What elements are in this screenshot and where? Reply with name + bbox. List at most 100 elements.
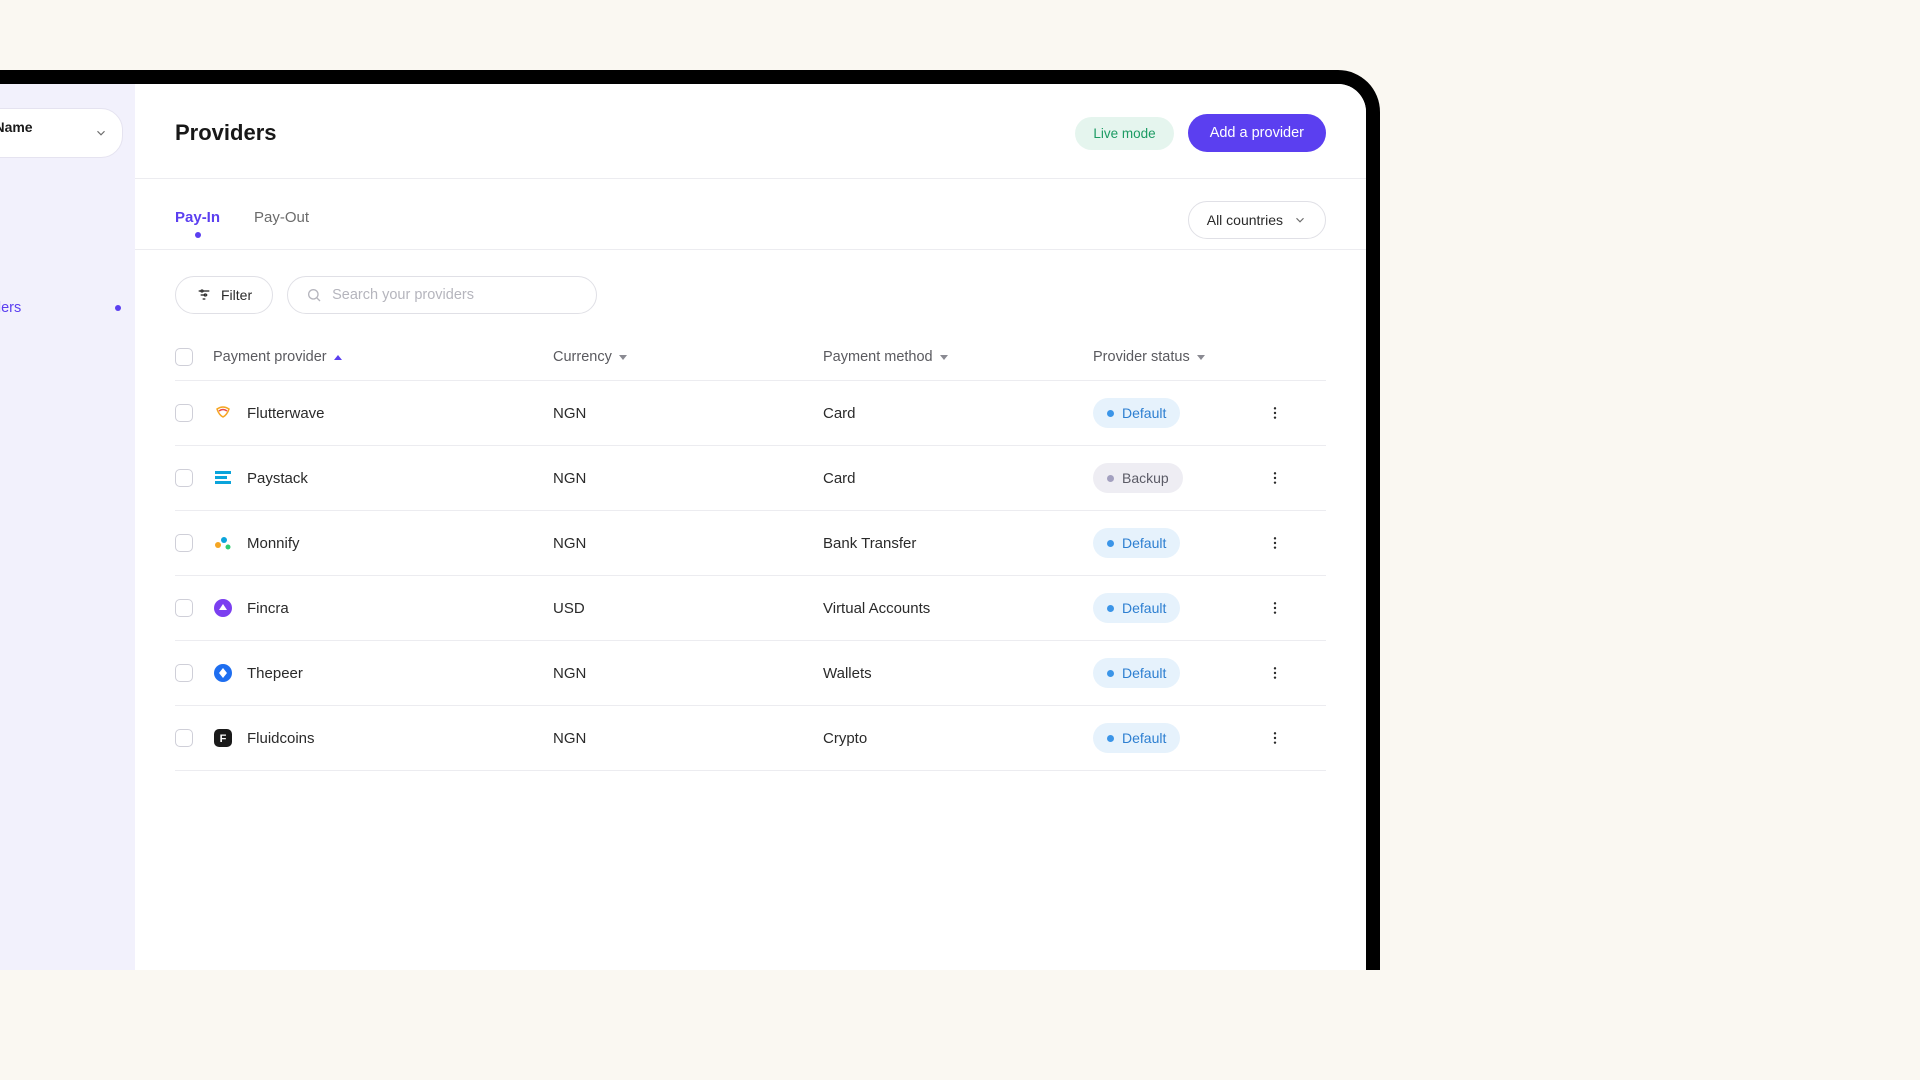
more-vertical-icon <box>1267 665 1283 681</box>
currency-cell: NGN <box>553 405 823 422</box>
filter-icon <box>196 287 212 303</box>
more-button[interactable] <box>1263 466 1287 490</box>
tabs-row: Pay-In Pay-Out All countries <box>135 179 1366 250</box>
toolbar: Filter <box>135 250 1366 334</box>
provider-name: Paystack <box>247 470 308 487</box>
sidebar-item[interactable]: ons <box>0 374 135 418</box>
device-frame: ss Name me edrdProvidersrsonsRules Provi… <box>0 70 1380 970</box>
page-title: Providers <box>175 120 277 146</box>
provider-logo-icon <box>213 663 233 683</box>
more-vertical-icon <box>1267 470 1283 486</box>
more-vertical-icon <box>1267 405 1283 421</box>
tab[interactable]: Pay-Out <box>254 209 309 242</box>
provider-logo-icon <box>213 533 233 553</box>
more-button[interactable] <box>1263 531 1287 555</box>
country-filter-label: All countries <box>1207 212 1283 228</box>
search-icon <box>306 287 322 303</box>
table-header: Payment provider Currency Payment method… <box>175 334 1326 381</box>
provider-name: Monnify <box>247 535 300 552</box>
col-currency[interactable]: Currency <box>553 349 823 365</box>
more-button[interactable] <box>1263 661 1287 685</box>
chevron-down-icon <box>94 126 108 140</box>
tab[interactable]: Pay-In <box>175 209 220 242</box>
status-label: Default <box>1122 405 1166 421</box>
status-label: Default <box>1122 730 1166 746</box>
status-pill: Default <box>1093 658 1180 688</box>
currency-cell: NGN <box>553 665 823 682</box>
row-checkbox[interactable] <box>175 729 193 747</box>
row-checkbox[interactable] <box>175 404 193 422</box>
tabs: Pay-In Pay-Out <box>175 209 309 242</box>
provider-cell: Flutterwave <box>213 403 553 423</box>
filter-button[interactable]: Filter <box>175 276 273 314</box>
country-filter[interactable]: All countries <box>1188 201 1326 239</box>
business-selector[interactable]: ss Name me <box>0 108 123 158</box>
table-row: Paystack NGNCard Backup <box>175 446 1326 511</box>
sidebar-item[interactable]: Rules <box>0 418 135 462</box>
provider-name: Fluidcoins <box>247 730 315 747</box>
more-button[interactable] <box>1263 726 1287 750</box>
providers-table: Payment provider Currency Payment method… <box>135 334 1366 771</box>
col-method[interactable]: Payment method <box>823 349 1093 365</box>
select-all-checkbox[interactable] <box>175 348 193 366</box>
method-cell: Bank Transfer <box>823 535 1093 552</box>
more-button[interactable] <box>1263 401 1287 425</box>
active-dot-icon <box>115 305 121 311</box>
dropdown-icon <box>940 355 948 360</box>
currency-cell: NGN <box>553 535 823 552</box>
col-provider[interactable]: Payment provider <box>213 349 553 365</box>
sidebar-item[interactable]: Providers <box>0 286 135 330</box>
currency-cell: NGN <box>553 470 823 487</box>
row-checkbox[interactable] <box>175 664 193 682</box>
row-checkbox[interactable] <box>175 534 193 552</box>
col-status[interactable]: Provider status <box>1093 349 1263 365</box>
row-checkbox[interactable] <box>175 469 193 487</box>
sidebar: ss Name me edrdProvidersrsonsRules <box>0 84 135 970</box>
search-wrap <box>287 276 597 314</box>
main-content: Providers Live mode Add a provider Pay-I… <box>135 84 1366 970</box>
sort-asc-icon <box>334 355 342 360</box>
mode-pill[interactable]: Live mode <box>1075 117 1173 150</box>
dropdown-icon <box>619 355 627 360</box>
page-header: Providers Live mode Add a provider <box>135 84 1366 179</box>
status-label: Backup <box>1122 470 1169 486</box>
status-pill: Default <box>1093 723 1180 753</box>
table-row: Monnify NGNBank Transfer Default <box>175 511 1326 576</box>
device-inner: ss Name me edrdProvidersrsonsRules Provi… <box>0 84 1366 970</box>
sidebar-item[interactable]: ed <box>0 198 135 242</box>
provider-logo-icon: F <box>213 728 233 748</box>
add-provider-button[interactable]: Add a provider <box>1188 114 1326 152</box>
provider-logo-icon <box>213 598 233 618</box>
more-button[interactable] <box>1263 596 1287 620</box>
status-dot-icon <box>1107 540 1114 547</box>
status-pill: Backup <box>1093 463 1183 493</box>
status-dot-icon <box>1107 670 1114 677</box>
provider-logo-icon <box>213 468 233 488</box>
sidebar-item[interactable]: rs <box>0 330 135 374</box>
status-dot-icon <box>1107 605 1114 612</box>
business-name: ss Name <box>0 119 33 135</box>
provider-cell: Fincra <box>213 598 553 618</box>
business-subtitle: me <box>0 135 33 147</box>
filter-label: Filter <box>221 287 252 303</box>
provider-name: Fincra <box>247 600 289 617</box>
status-pill: Default <box>1093 528 1180 558</box>
table-row: ThepeerNGNWalletsDefault <box>175 641 1326 706</box>
status-label: Default <box>1122 665 1166 681</box>
provider-cell: Monnify <box>213 533 553 553</box>
method-cell: Crypto <box>823 730 1093 747</box>
row-checkbox[interactable] <box>175 599 193 617</box>
header-actions: Live mode Add a provider <box>1075 114 1326 152</box>
table-row: FlutterwaveNGNCardDefault <box>175 381 1326 446</box>
search-input[interactable] <box>332 287 578 303</box>
status-label: Default <box>1122 535 1166 551</box>
provider-cell: F Fluidcoins <box>213 728 553 748</box>
method-cell: Wallets <box>823 665 1093 682</box>
status-dot-icon <box>1107 410 1114 417</box>
sidebar-item[interactable]: rd <box>0 242 135 286</box>
table-row: FincraUSDVirtual AccountsDefault <box>175 576 1326 641</box>
method-cell: Virtual Accounts <box>823 600 1093 617</box>
method-cell: Card <box>823 470 1093 487</box>
provider-logo-icon <box>213 403 233 423</box>
status-label: Default <box>1122 600 1166 616</box>
